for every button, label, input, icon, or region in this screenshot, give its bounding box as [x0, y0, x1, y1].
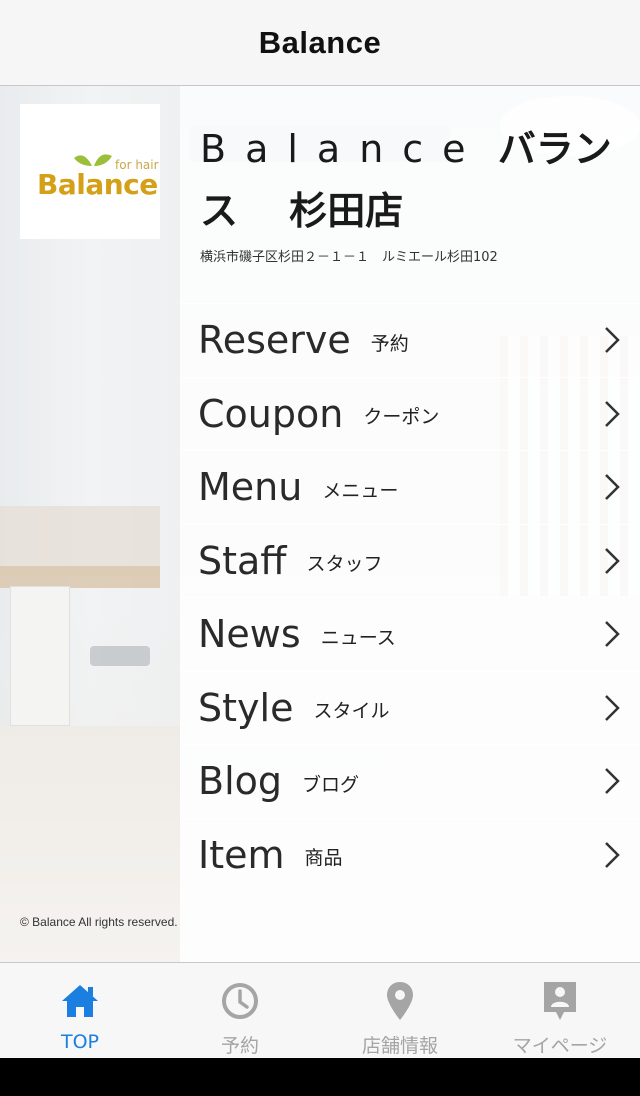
menu-item-staff[interactable]: Staff スタッフ	[180, 523, 640, 598]
menu-item-sublabel: 商品	[304, 847, 343, 870]
menu-item-style[interactable]: Style スタイル	[180, 670, 640, 745]
menu-item-blog[interactable]: Blog ブログ	[180, 744, 640, 818]
menu-item-item[interactable]: Item 商品	[180, 817, 640, 892]
tab-label: TOP	[60, 1031, 100, 1053]
chevron-right-icon	[605, 768, 620, 795]
background-cabinet	[10, 586, 70, 726]
menu-item-sublabel: ブログ	[302, 773, 360, 796]
chevron-right-icon	[605, 694, 620, 721]
shop-logo: for hair Balance	[20, 104, 160, 239]
user-badge-icon	[538, 979, 582, 1023]
shop-name-roman: Balance	[200, 127, 485, 171]
menu-item-label: Reserve	[198, 318, 351, 363]
background-sink	[90, 646, 150, 666]
background-counter	[0, 566, 160, 588]
home-icon	[58, 979, 102, 1023]
navigation-bar: Balance	[0, 0, 640, 86]
chevron-right-icon	[605, 621, 620, 648]
chevron-right-icon	[605, 400, 620, 427]
tab-label: 店舗情報	[361, 1035, 438, 1057]
app-screen: Balance for hair Balance Balance バランス 杉田…	[0, 0, 640, 1058]
menu-item-label: Coupon	[198, 391, 344, 436]
menu-item-sublabel: スタイル	[313, 700, 390, 723]
shop-branch: 杉田店	[289, 189, 404, 233]
menu-item-news[interactable]: News ニュース	[180, 597, 640, 671]
menu-item-reserve[interactable]: Reserve 予約	[180, 303, 640, 377]
tab-mypage[interactable]: マイページ	[480, 963, 640, 1058]
tab-reserve[interactable]: 予約	[160, 963, 320, 1058]
copyright-text: © Balance All rights reserved.	[20, 915, 178, 929]
menu-item-label: News	[198, 612, 301, 657]
chevron-right-icon	[605, 841, 620, 868]
menu-item-sublabel: メニュー	[322, 479, 399, 502]
logo-text: Balance	[37, 168, 158, 201]
chevron-right-icon	[605, 547, 620, 574]
menu-item-coupon[interactable]: Coupon クーポン	[180, 376, 640, 451]
menu-item-sublabel: クーポン	[363, 406, 440, 429]
clock-icon	[218, 979, 262, 1023]
shop-name: Balance バランス 杉田店	[200, 118, 620, 242]
main-menu: Reserve 予約 Coupon クーポン Menu メニュー Staff ス…	[180, 303, 640, 891]
tab-bar: TOP 予約 店舗情報 マイページ	[0, 962, 640, 1058]
shop-address: 横浜市磯子区杉田２－１－１ ルミエール杉田102	[200, 250, 498, 265]
map-pin-icon	[378, 979, 422, 1023]
menu-item-menu[interactable]: Menu メニュー	[180, 450, 640, 524]
tab-top[interactable]: TOP	[0, 963, 160, 1058]
tab-label: 予約	[220, 1035, 259, 1057]
menu-item-sublabel: 予約	[370, 332, 409, 355]
chevron-right-icon	[605, 474, 620, 501]
menu-item-sublabel: スタッフ	[306, 553, 383, 576]
tab-shop-info[interactable]: 店舗情報	[320, 963, 480, 1058]
tab-label: マイページ	[512, 1035, 608, 1057]
menu-item-label: Blog	[198, 759, 282, 804]
menu-item-label: Item	[198, 832, 285, 877]
menu-item-label: Staff	[198, 538, 287, 583]
navbar-title: Balance	[258, 24, 382, 60]
menu-item-sublabel: ニュース	[320, 626, 396, 649]
menu-item-label: Menu	[198, 465, 303, 510]
chevron-right-icon	[605, 327, 620, 354]
menu-item-label: Style	[198, 685, 294, 730]
